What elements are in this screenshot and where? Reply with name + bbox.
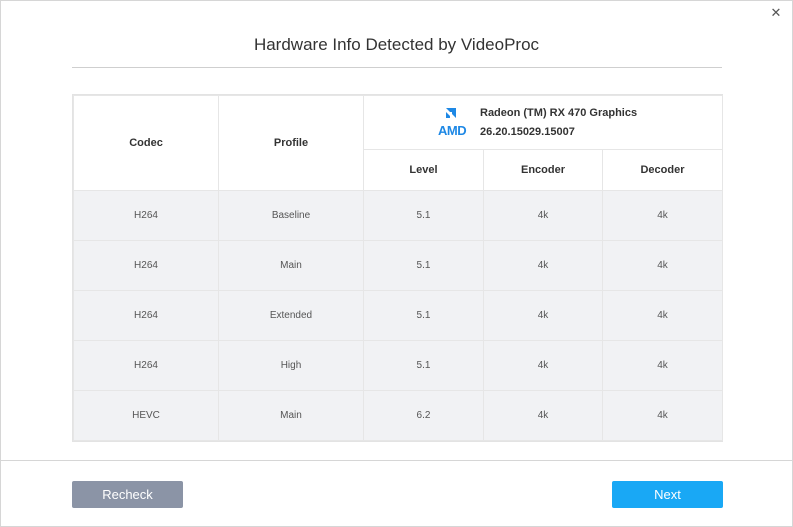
encoder-cell: 4k — [483, 240, 603, 291]
gpu-name: Radeon (TM) RX 470 Graphics — [480, 106, 638, 119]
table-row: H264 Baseline 5.1 4k 4k — [73, 190, 724, 241]
codec-cell: H264 — [73, 340, 219, 391]
profile-cell: Main — [218, 240, 364, 291]
amd-logo: AMD — [438, 107, 470, 138]
dialog-title: Hardware Info Detected by VideoProc — [253, 35, 540, 54]
recheck-button[interactable]: Recheck — [72, 481, 183, 508]
encoder-cell: 4k — [483, 190, 603, 241]
encoder-cell: 4k — [483, 390, 603, 441]
codec-cell: H264 — [73, 190, 219, 241]
table-row: H264 High 5.1 4k 4k — [73, 340, 724, 391]
codec-cell: HEVC — [73, 390, 219, 441]
footer-divider — [1, 460, 792, 461]
table-row: HEVC Main 6.2 4k 4k — [73, 390, 724, 441]
level-cell: 5.1 — [363, 340, 484, 391]
encoder-cell: 4k — [483, 290, 603, 341]
decoder-cell: 4k — [601, 190, 724, 241]
level-cell: 5.1 — [363, 290, 484, 341]
level-cell: 5.1 — [363, 190, 484, 241]
profile-cell: Baseline — [218, 190, 364, 241]
level-header: Level — [363, 149, 484, 191]
profile-cell: Main — [218, 390, 364, 441]
decoder-cell: 4k — [601, 340, 724, 391]
profile-header: Profile — [218, 95, 364, 191]
next-button[interactable]: Next — [612, 481, 723, 508]
gpu-info: Radeon (TM) RX 470 Graphics 26.20.15029.… — [480, 104, 637, 142]
codec-header: Codec — [73, 95, 219, 191]
encoder-cell: 4k — [483, 340, 603, 391]
codec-cell: H264 — [73, 290, 219, 341]
level-cell: 6.2 — [363, 390, 484, 441]
level-cell: 5.1 — [363, 240, 484, 291]
decoder-cell: 4k — [601, 240, 724, 291]
profile-cell: High — [218, 340, 364, 391]
amd-arrow-icon — [446, 107, 456, 118]
hardware-info-dialog: ✕ Hardware Info Detected by VideoProc Co… — [0, 0, 793, 527]
hardware-table-container: Codec Profile AMD Radeon (TM) RX 470 Gra… — [72, 94, 724, 442]
decoder-cell: 4k — [601, 390, 724, 441]
close-icon: ✕ — [770, 5, 782, 20]
table-row: H264 Main 5.1 4k 4k — [73, 240, 724, 291]
gpu-header: AMD Radeon (TM) RX 470 Graphics 26.20.15… — [362, 95, 724, 150]
title-divider — [72, 67, 722, 68]
profile-cell: Extended — [218, 290, 364, 341]
close-button[interactable]: ✕ — [761, 2, 791, 24]
hardware-table: Codec Profile AMD Radeon (TM) RX 470 Gra… — [73, 95, 724, 441]
encoder-header: Encoder — [483, 149, 603, 191]
amd-logo-text: AMD — [438, 122, 467, 138]
gpu-driver-version: 26.20.15029.15007 — [480, 125, 575, 138]
decoder-header: Decoder — [601, 149, 724, 191]
decoder-cell: 4k — [601, 290, 724, 341]
codec-cell: H264 — [73, 240, 219, 291]
table-row: H264 Extended 5.1 4k 4k — [73, 290, 724, 341]
